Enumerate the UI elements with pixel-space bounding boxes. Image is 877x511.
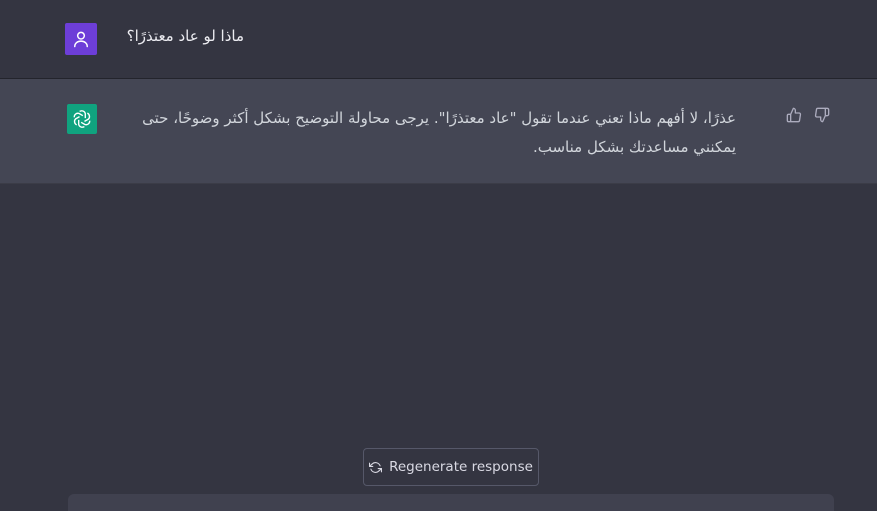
openai-logo-icon [73,110,91,128]
feedback-buttons [786,107,830,123]
regenerate-label: Regenerate response [389,459,533,475]
user-avatar [65,23,97,55]
regenerate-response-button[interactable]: Regenerate response [363,448,539,486]
refresh-icon [369,461,383,473]
assistant-message-text: عذرًا، لا أفهم ماذا تعني عندما تقول "عاد… [142,109,736,156]
user-message-text: ماذا لو عاد معتذرًا؟ [126,27,244,45]
thumbs-up-button[interactable] [786,107,802,123]
chat-thread: ماذا لو عاد معتذرًا؟ عذرًا، لا أفهم ماذا… [0,0,877,511]
assistant-avatar [67,104,97,134]
user-message-row: ماذا لو عاد معتذرًا؟ [0,0,877,79]
thumbs-down-button[interactable] [814,107,830,123]
user-icon [74,31,88,48]
thumbs-up-icon [786,107,802,123]
thumbs-down-icon [814,107,830,123]
assistant-message-row: عذرًا، لا أفهم ماذا تعني عندما تقول "عاد… [0,79,877,184]
message-composer[interactable] [68,494,834,511]
